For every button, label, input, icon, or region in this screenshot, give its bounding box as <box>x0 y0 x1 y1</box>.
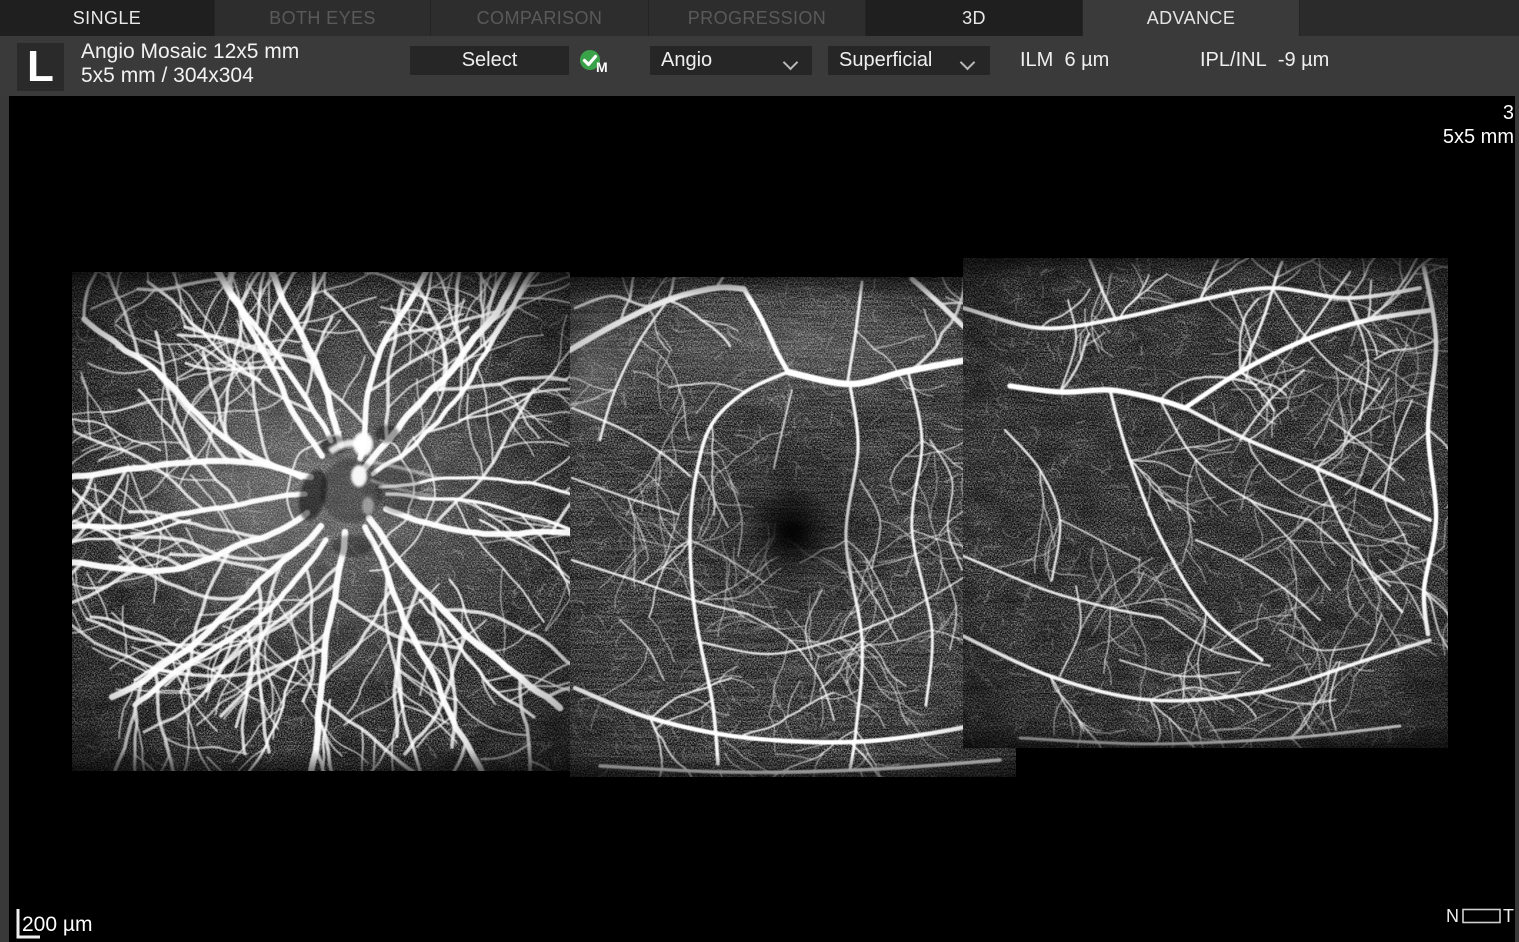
svg-text:M: M <box>596 59 608 75</box>
svg-text:200 µm: 200 µm <box>22 913 92 936</box>
svg-text:N: N <box>1446 906 1459 926</box>
svg-text:T: T <box>1503 906 1514 926</box>
